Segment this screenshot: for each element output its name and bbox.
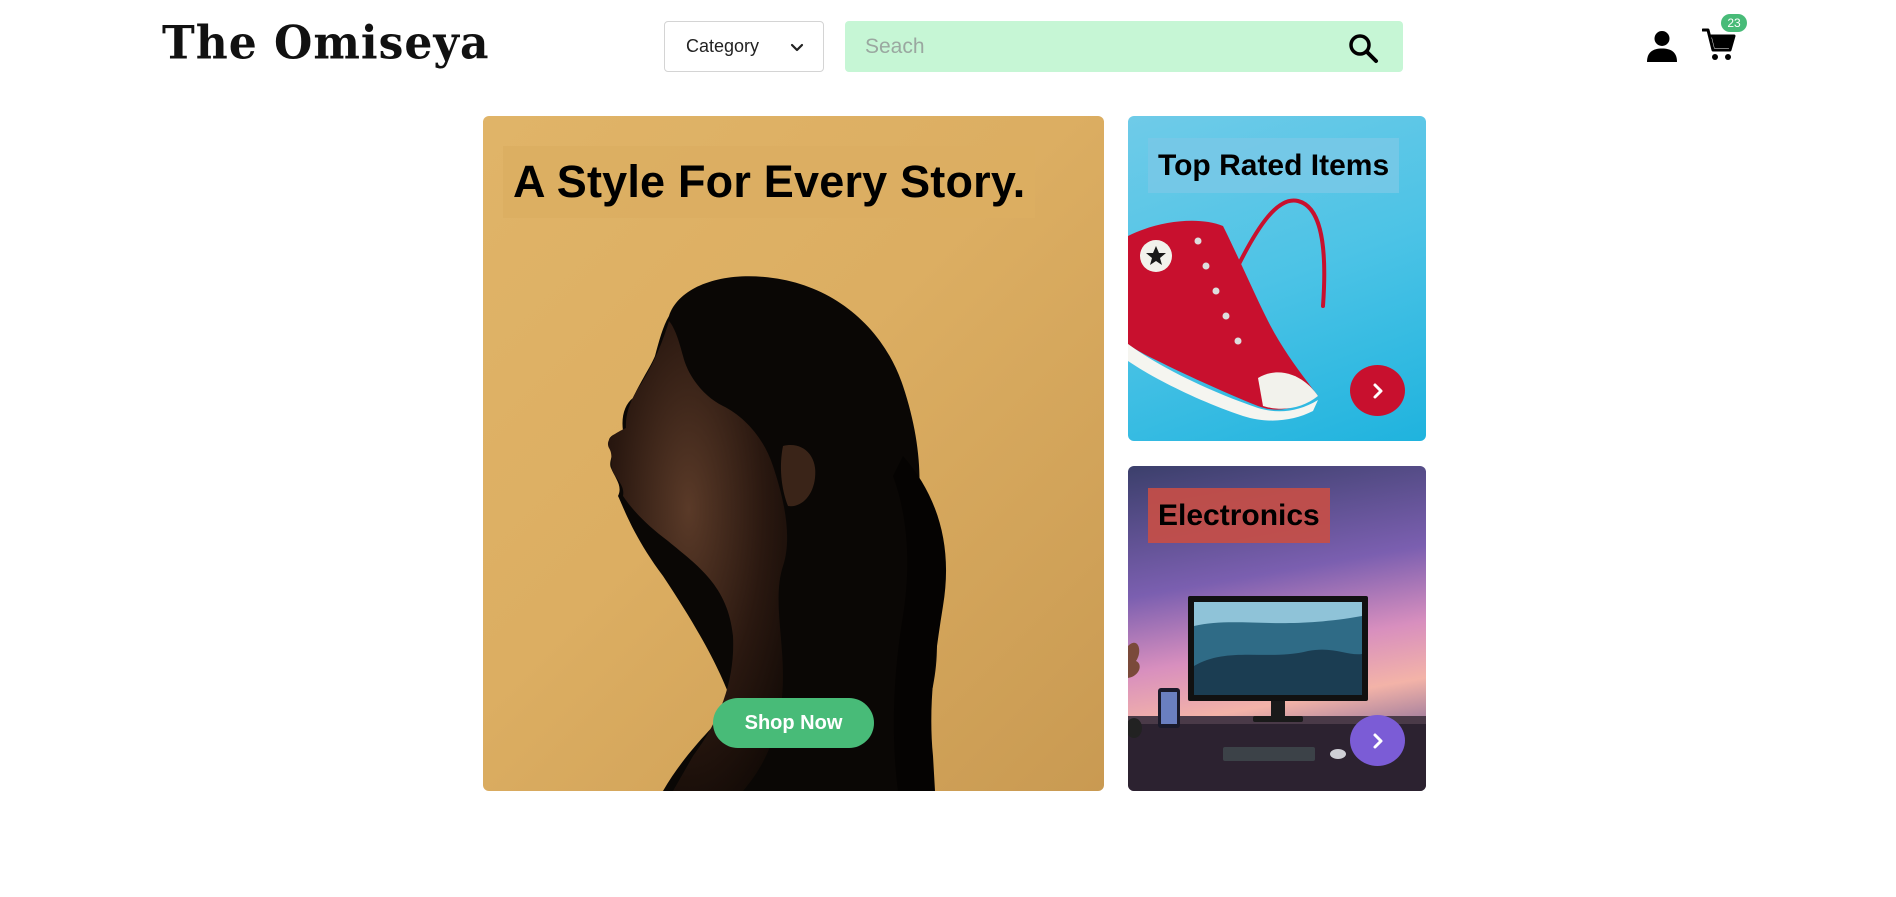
search-input[interactable] (845, 21, 1335, 72)
hero-title: A Style For Every Story. (513, 156, 1026, 207)
card-label-box: Top Rated Items (1148, 138, 1400, 193)
category-dropdown[interactable]: Category (664, 21, 824, 72)
category-label: Category (686, 36, 760, 56)
electronics-next-button[interactable] (1350, 715, 1405, 766)
user-icon[interactable] (1647, 30, 1677, 62)
top-rated-title: Top Rated Items (1158, 148, 1390, 182)
card-label-box: Electronics (1148, 488, 1330, 543)
shop-now-button[interactable]: Shop Now (713, 698, 874, 748)
chevron-down-icon (790, 43, 804, 52)
search-bar (845, 21, 1403, 72)
site-logo[interactable]: The Omiseya (162, 17, 490, 71)
electronics-title: Electronics (1158, 498, 1320, 532)
electronics-card[interactable]: Electronics (1128, 466, 1426, 791)
chevron-right-icon (1373, 733, 1382, 748)
hero-banner[interactable]: A Style For Every Story. Shop Now (483, 116, 1104, 791)
top-rated-card[interactable]: Top Rated Items (1128, 116, 1426, 441)
cart-count-badge: 23 (1721, 14, 1747, 32)
chevron-right-icon (1373, 383, 1382, 398)
top-rated-next-button[interactable] (1350, 365, 1405, 416)
search-icon[interactable] (1347, 32, 1379, 64)
hero-title-box: A Style For Every Story. (503, 146, 1036, 218)
